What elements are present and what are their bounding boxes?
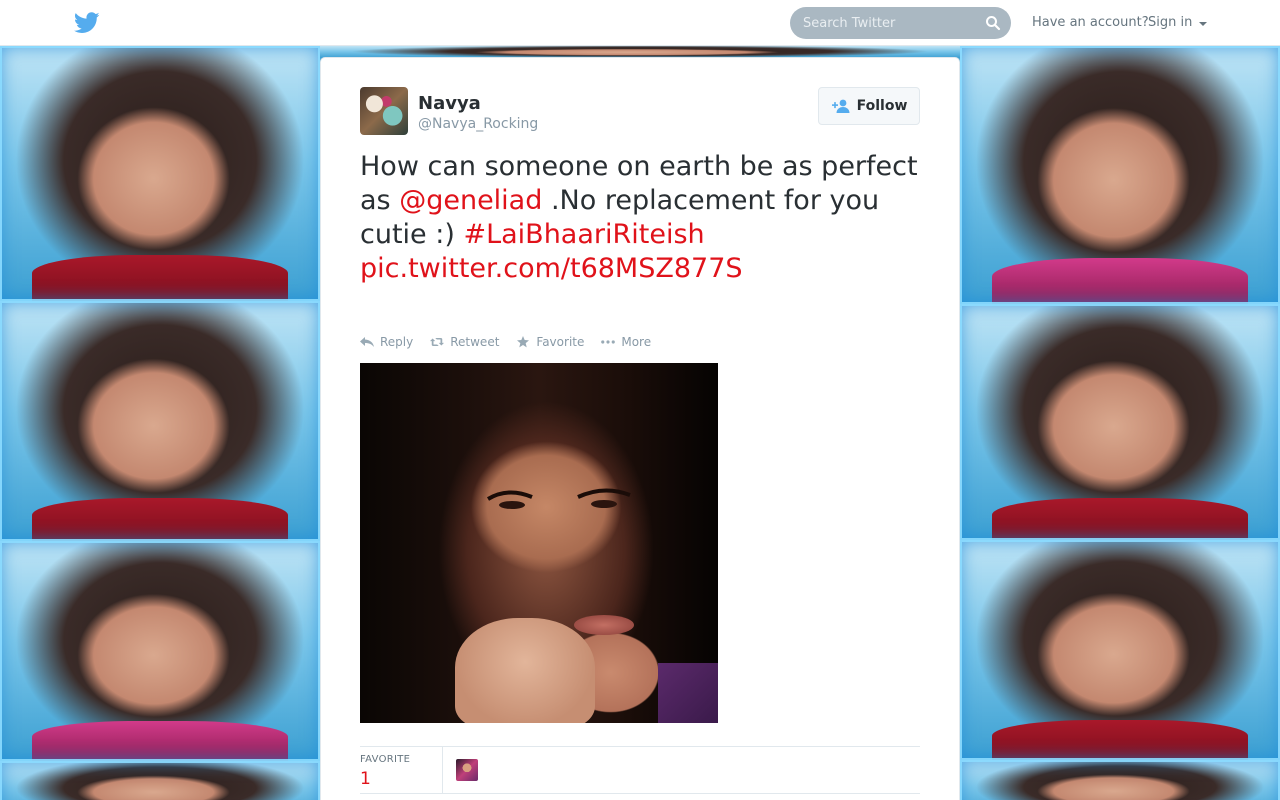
author-handle[interactable]: @Navya_Rocking	[418, 116, 538, 132]
favorite-stat[interactable]: FAVORITE 1	[360, 747, 443, 794]
background-photo	[0, 46, 320, 301]
sign-in-label[interactable]: Sign in	[1148, 15, 1192, 30]
background-photo	[960, 540, 1280, 760]
search-input[interactable]	[790, 15, 970, 31]
favorite-label: Favorite	[536, 335, 585, 349]
pic-link[interactable]: pic.twitter.com/t68MSZ877S	[360, 253, 743, 284]
mention-link[interactable]: @geneliad	[399, 185, 542, 216]
follow-label: Follow	[856, 98, 908, 114]
background-photo	[0, 541, 320, 761]
tweet-card: Navya @Navya_Rocking Follow How can some…	[320, 57, 960, 800]
hashtag-link[interactable]: #LaiBhaariRiteish	[463, 219, 704, 250]
retweet-action[interactable]: Retweet	[430, 335, 499, 349]
photo-clothing-detail	[658, 663, 718, 723]
top-navigation-bar: Have an account? Sign in	[0, 0, 1280, 46]
add-user-icon	[831, 99, 850, 113]
search-icon[interactable]	[985, 15, 1001, 31]
follow-button[interactable]: Follow	[818, 87, 920, 125]
background-photo	[0, 761, 320, 800]
favorite-stat-label: FAVORITE	[360, 754, 411, 765]
more-action[interactable]: More	[601, 335, 651, 349]
star-icon	[517, 336, 530, 348]
more-label: More	[621, 335, 652, 349]
avatar[interactable]	[360, 87, 408, 135]
favoriter-avatar[interactable]	[456, 759, 478, 781]
background-photo	[960, 46, 1280, 304]
photo-eyes-detail	[486, 488, 631, 509]
search-box[interactable]	[790, 7, 1011, 39]
tweet-stats: FAVORITE 1	[360, 746, 920, 794]
background-photo	[960, 304, 1280, 540]
twitter-bird-icon[interactable]	[74, 12, 100, 34]
tweet-text: How can someone on earth be as perfect a…	[360, 150, 920, 286]
reply-action[interactable]: Reply	[360, 335, 413, 349]
reply-icon	[360, 337, 374, 347]
photo-hand-detail	[455, 618, 595, 723]
background-photo	[0, 301, 320, 541]
photo-lips-detail	[574, 615, 634, 635]
author-name[interactable]: Navya	[418, 93, 481, 114]
favorite-action[interactable]: Favorite	[516, 335, 584, 349]
favorite-stat-count[interactable]: 1	[360, 769, 371, 789]
retweet-label: Retweet	[450, 335, 500, 349]
retweet-icon	[430, 337, 445, 347]
tweet-actions: Reply Retweet Favorite More	[360, 335, 651, 349]
tweet-photo[interactable]	[360, 363, 718, 723]
caret-down-icon[interactable]	[1199, 21, 1208, 26]
background-photo	[960, 760, 1280, 800]
reply-label: Reply	[380, 335, 414, 349]
have-account-text: Have an account?	[1032, 15, 1149, 30]
sign-in-dropdown[interactable]: Sign in	[1148, 15, 1208, 30]
ellipsis-icon	[601, 340, 616, 344]
